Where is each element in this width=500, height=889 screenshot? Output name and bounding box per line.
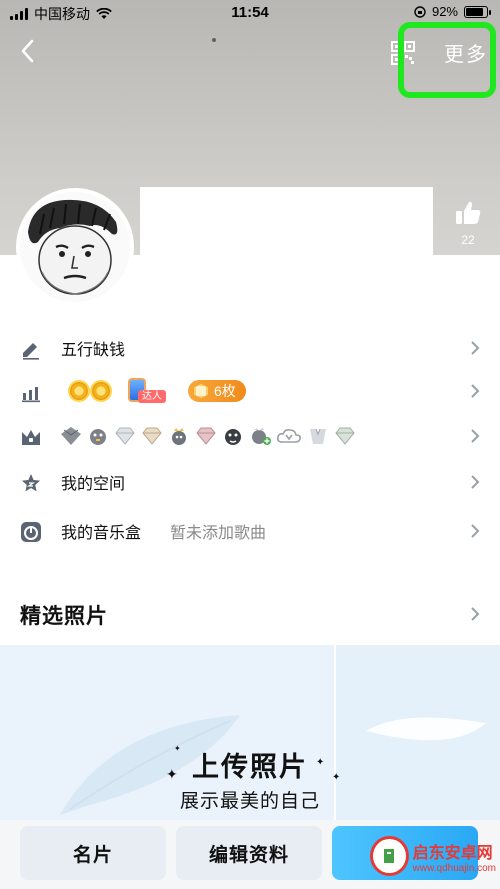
watermark-logo-icon: [370, 836, 409, 876]
battery-icon: [464, 5, 491, 18]
level-chart-icon: [22, 387, 40, 403]
sun-level-icon: [70, 382, 88, 400]
business-card-button[interactable]: 名片: [20, 826, 166, 880]
star-icon: [22, 474, 40, 492]
signature-row[interactable]: 五行缺钱: [0, 326, 500, 370]
my-space-label: 我的空间: [61, 476, 126, 493]
crown-icon: [22, 430, 40, 445]
beige-diamond-icon: [142, 427, 162, 445]
privilege-icons: [60, 426, 356, 446]
qr-code-icon[interactable]: [390, 40, 416, 66]
gray-dragon-gem-icon: [61, 427, 81, 445]
music-box-status: 暂未添加歌曲: [170, 525, 267, 542]
more-button[interactable]: 更多: [444, 38, 488, 67]
watermark-url: www.qdhuajin.com: [412, 862, 496, 874]
like-button[interactable]: 22: [452, 200, 484, 247]
site-watermark: 启东安卓网 www.qdhuajin.com: [370, 828, 496, 884]
chevron-right-icon[interactable]: [468, 606, 482, 622]
crowned-penguin-icon: [172, 428, 186, 445]
status-bar: 中国移动 11:54 92%: [0, 0, 500, 26]
pencil-icon: [23, 343, 39, 360]
my-space-row[interactable]: 我的空间: [0, 460, 500, 504]
chevron-right-icon: [471, 384, 480, 398]
dark-penguin-icon: [225, 429, 241, 445]
white-diamond-icon: [115, 427, 135, 445]
upload-photo-subtitle: 展示最美的自己: [179, 791, 320, 812]
watermark-name: 启东安卓网: [412, 844, 493, 862]
chevron-right-icon: [471, 524, 480, 538]
pink-diamond-icon: [196, 427, 216, 445]
privilege-row[interactable]: [0, 414, 500, 458]
sun-level-icon: [92, 382, 110, 400]
coin-icon: [194, 384, 208, 398]
coin-badge: 6枚: [188, 380, 246, 402]
featured-photos-title[interactable]: 精选照片: [20, 600, 108, 630]
chevron-left-icon[interactable]: [14, 36, 44, 66]
battery-percent: 92%: [431, 4, 458, 19]
chevron-right-icon: [471, 341, 480, 355]
coin-count: 6枚: [214, 383, 236, 399]
orientation-lock-icon: [414, 5, 426, 18]
thumbs-up-icon: [456, 201, 481, 224]
music-box-icon: [21, 522, 41, 542]
penguin-plus-icon: [252, 428, 271, 445]
suit-icon: [310, 428, 326, 444]
avatar-image: [20, 192, 130, 302]
like-count: 22: [461, 233, 475, 247]
avatar[interactable]: [16, 188, 134, 306]
music-box-label: 我的音乐盒: [61, 525, 142, 542]
silver-diamond-icon: [335, 427, 355, 445]
edit-profile-button[interactable]: 编辑资料: [176, 826, 322, 880]
chevron-right-icon: [471, 429, 480, 443]
battery-fill: [466, 7, 484, 16]
level-badges: 达人 6枚: [70, 378, 246, 404]
talent-badge: 达人: [124, 378, 174, 404]
talent-tag: 达人: [138, 390, 166, 403]
gray-penguin-icon: [90, 429, 106, 445]
upload-photo-title[interactable]: 上传照片: [0, 745, 500, 784]
music-box-row[interactable]: 我的音乐盒 暂未添加歌曲: [0, 509, 500, 553]
chevron-right-icon: [471, 475, 480, 489]
signature-label: 五行缺钱: [61, 342, 126, 359]
cloud-v-icon: [277, 429, 301, 443]
nickname-area: [140, 187, 433, 257]
cover-speck: [212, 38, 216, 42]
level-row[interactable]: 达人 6枚: [0, 369, 500, 413]
